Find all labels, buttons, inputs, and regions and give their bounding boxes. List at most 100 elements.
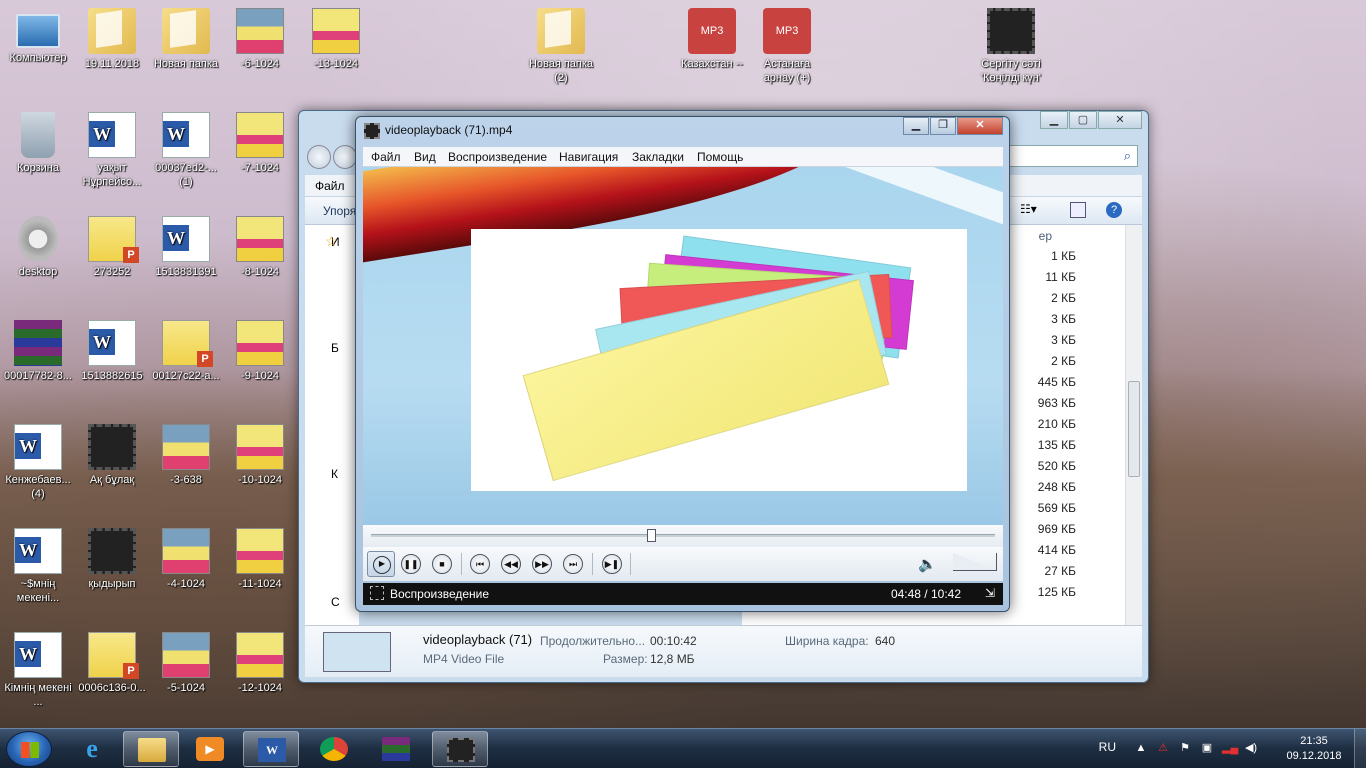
rewind-button[interactable]: ◀◀	[501, 554, 521, 574]
restore-icon[interactable]: ❐	[930, 117, 956, 135]
desktop-icon[interactable]: 273252	[74, 216, 150, 279]
desktop-icon[interactable]: -4-1024	[148, 528, 224, 591]
next-button[interactable]: ⏭	[563, 554, 583, 574]
view-options-icon[interactable]: ☷▾	[1020, 202, 1037, 218]
media-player-window[interactable]: videoplayback (71).mp4 ▁ ❐ ✕ Файл Вид Во…	[355, 116, 1010, 612]
volume-slider[interactable]	[953, 553, 997, 571]
previous-button[interactable]: ⏮	[470, 554, 490, 574]
close-icon[interactable]: ✕	[957, 117, 1003, 135]
thumb-icon	[236, 320, 284, 366]
taskbar-internet-explorer[interactable]: e	[64, 731, 120, 767]
alert-icon[interactable]: ⚠	[1156, 741, 1170, 755]
show-hidden-icons-icon[interactable]: ▲	[1134, 741, 1148, 755]
desktop-icon[interactable]: -13-1024	[298, 8, 374, 71]
taskbar-chrome[interactable]	[306, 731, 362, 767]
clock[interactable]: 21:35 09.12.2018	[1286, 734, 1342, 764]
back-button[interactable]	[307, 145, 331, 169]
desktop-icon[interactable]: қыдырып	[74, 528, 150, 591]
desktop-icon[interactable]: уақыт Нұрпейсо...	[74, 112, 150, 189]
fullscreen-icon[interactable]: ⇲	[985, 586, 995, 600]
taskbar-word[interactable]: W	[243, 731, 299, 767]
desktop-icon[interactable]: desktop	[0, 216, 76, 279]
desktop-icon[interactable]: 00037ed2-... (1)	[148, 112, 224, 189]
explorer-scrollbar[interactable]	[1125, 225, 1142, 625]
forward-button[interactable]	[333, 145, 357, 169]
explorer-nav-pane: И ☆ Б К С	[305, 225, 359, 625]
desktop-icon[interactable]: Кімнің мекені ...	[0, 632, 76, 709]
menu-playback[interactable]: Воспроизведение	[448, 150, 547, 164]
pause-button[interactable]: ❚❚	[401, 554, 421, 574]
menu-help[interactable]: Помощь	[697, 150, 743, 164]
desktop-icon[interactable]: Новая папка	[148, 8, 224, 71]
desktop-icon[interactable]: -5-1024	[148, 632, 224, 695]
menu-view[interactable]: Вид	[414, 150, 436, 164]
close-icon[interactable]: ✕	[1098, 111, 1142, 129]
desktop-icon[interactable]: -8-1024	[222, 216, 298, 279]
folder-icon	[88, 8, 136, 54]
organize-button[interactable]: Упоря	[323, 204, 356, 218]
taskbar-media-player[interactable]: ▶	[182, 731, 238, 767]
desktop-icon[interactable]: MP3 Астанаға арнау (+)	[749, 8, 825, 85]
play-button[interactable]	[367, 551, 395, 577]
volume-icon[interactable]: ◀)	[1244, 741, 1258, 755]
desktop-icon[interactable]: -7-1024	[222, 112, 298, 175]
folder-icon	[162, 8, 210, 54]
thumb-icon	[236, 216, 284, 262]
maximize-icon[interactable]: ▢	[1069, 111, 1097, 129]
nav-libraries[interactable]: Б	[331, 341, 339, 355]
desktop-icon[interactable]: 00127c22-a...	[148, 320, 224, 383]
frame-step-button[interactable]: ▶❚	[602, 554, 622, 574]
desktop-icon-label: Кенжебаев... (4)	[5, 474, 71, 500]
video-frame[interactable]	[363, 167, 1003, 525]
minimize-icon[interactable]: ▁	[903, 117, 929, 135]
preview-pane-icon[interactable]	[1070, 202, 1086, 218]
speaker-icon[interactable]: 🔈	[918, 555, 937, 573]
desktop-icon[interactable]: -3-638	[148, 424, 224, 487]
scrollbar-thumb[interactable]	[1128, 381, 1140, 477]
flag-icon[interactable]: ⚑	[1178, 741, 1192, 755]
desktop-icon[interactable]: Ақ бұлақ	[74, 424, 150, 487]
column-header-size[interactable]: ер	[1039, 229, 1052, 243]
menu-file[interactable]: Файл	[371, 150, 401, 164]
desktop-icon[interactable]: MP3 Казахстан --	[674, 8, 750, 71]
desktop-icon[interactable]: 00017782-8...	[0, 320, 76, 383]
menu-bookmarks[interactable]: Закладки	[632, 150, 684, 164]
desktop-icon[interactable]: 1513831391	[148, 216, 224, 279]
desktop-icon[interactable]: ~$мнің мекені...	[0, 528, 76, 605]
show-desktop-button[interactable]	[1354, 729, 1366, 768]
explorer-search-input[interactable]: ⌕	[988, 145, 1138, 167]
taskbar-explorer[interactable]	[123, 731, 179, 767]
explorer-menu-file[interactable]: Файл	[315, 179, 345, 193]
desktop-icon[interactable]: Кенжебаев... (4)	[0, 424, 76, 501]
menu-navigation[interactable]: Навигация	[559, 150, 618, 164]
taskbar-winrar[interactable]	[368, 731, 424, 767]
desktop-icon[interactable]: Новая папка (2)	[523, 8, 599, 85]
desktop-icon[interactable]: -10-1024	[222, 424, 298, 487]
network-icon[interactable]: ▂▄	[1222, 741, 1238, 755]
help-icon[interactable]: ?	[1106, 202, 1122, 218]
desktop-icon[interactable]: -11-1024	[222, 528, 298, 591]
desktop-icon[interactable]: Корзина	[0, 112, 76, 175]
desktop-icon[interactable]: -12-1024	[222, 632, 298, 695]
stop-button[interactable]: ■	[432, 554, 452, 574]
desktop-icon[interactable]: -9-1024	[222, 320, 298, 383]
playback-time[interactable]: 04:48 / 10:42	[891, 587, 961, 601]
nav-computer[interactable]: К	[331, 467, 338, 481]
seek-track[interactable]	[371, 534, 995, 537]
fast-forward-button[interactable]: ▶▶	[532, 554, 552, 574]
device-icon[interactable]: ▣	[1200, 741, 1214, 755]
desktop-icon[interactable]: 0006c136-0...	[74, 632, 150, 695]
start-button[interactable]	[6, 731, 52, 767]
taskbar-video-player[interactable]	[432, 731, 488, 767]
desktop-icon[interactable]: -6-1024	[222, 8, 298, 71]
minimize-icon[interactable]: ▁	[1040, 111, 1068, 129]
desktop-icon[interactable]: 1513882615	[74, 320, 150, 383]
player-status-bar: Воспроизведение 04:48 / 10:42 ⇲	[363, 583, 1003, 605]
seek-bar[interactable]	[363, 525, 1003, 547]
desktop-icon[interactable]: Сергіту сәті 'Көңілді күн'	[973, 8, 1049, 85]
nav-network[interactable]: С	[331, 595, 340, 609]
language-indicator[interactable]: RU	[1099, 740, 1116, 754]
seek-handle[interactable]	[646, 529, 656, 542]
desktop-icon[interactable]: Компьютер	[0, 8, 76, 65]
desktop-icon[interactable]: 19.11.2018	[74, 8, 150, 71]
